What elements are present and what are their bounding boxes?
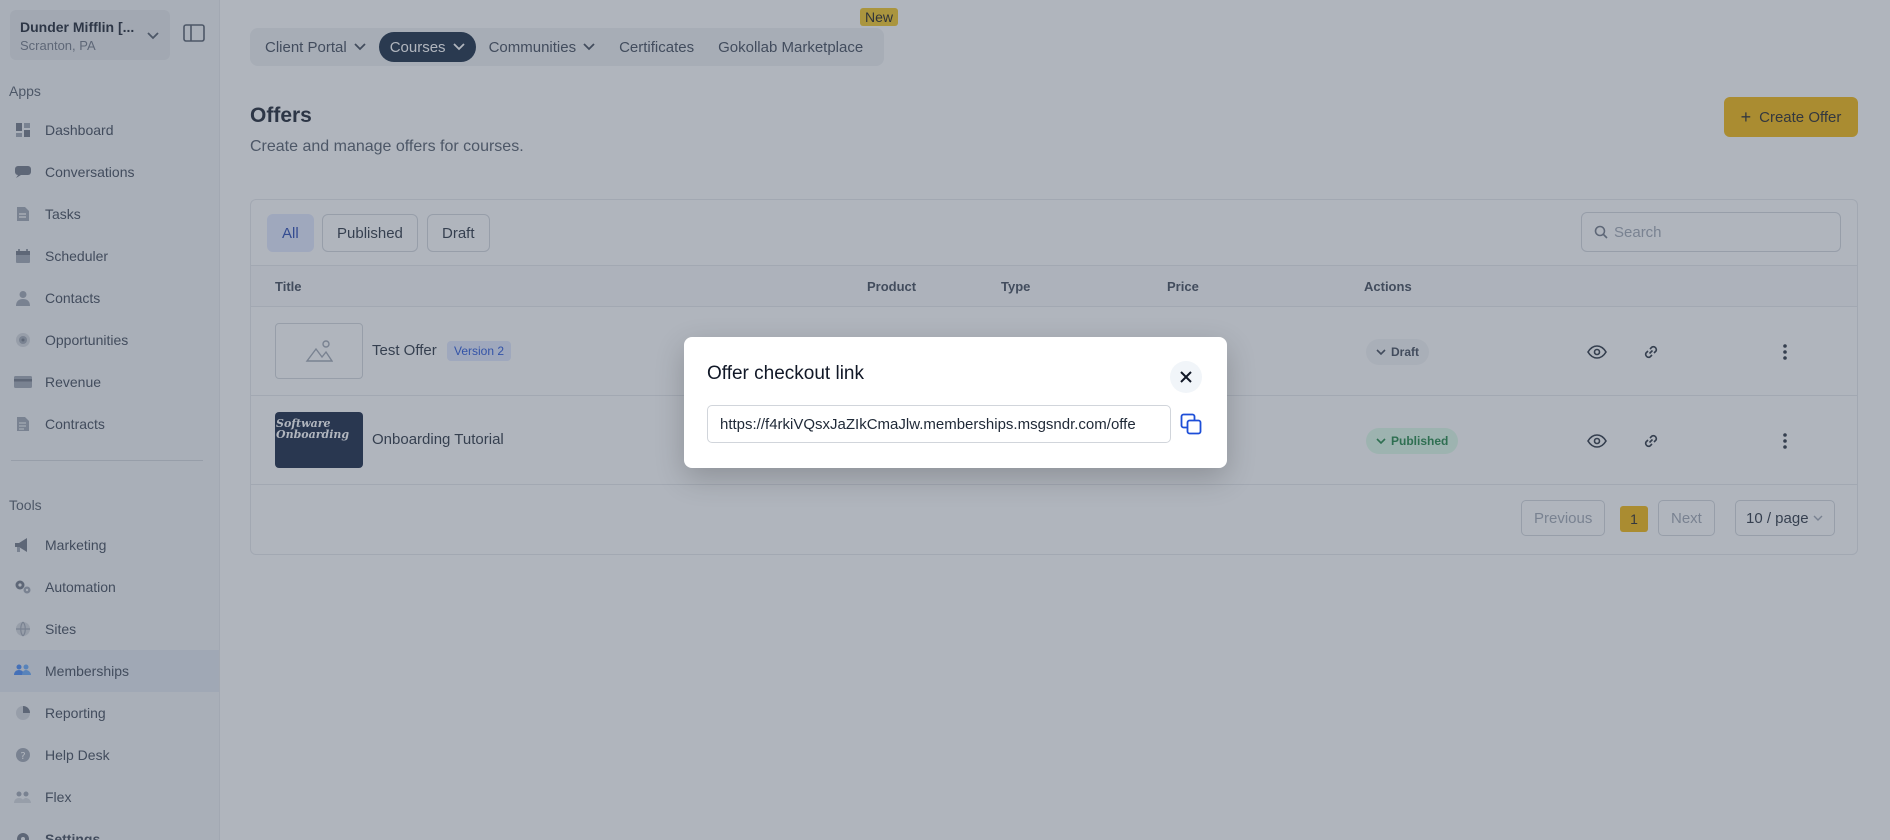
checkout-link-input[interactable]: [707, 405, 1171, 443]
modal-title: Offer checkout link: [707, 363, 865, 384]
close-icon[interactable]: [1170, 361, 1202, 393]
copy-icon[interactable]: [1179, 412, 1203, 436]
checkout-link-modal: Offer checkout link: [684, 337, 1227, 468]
